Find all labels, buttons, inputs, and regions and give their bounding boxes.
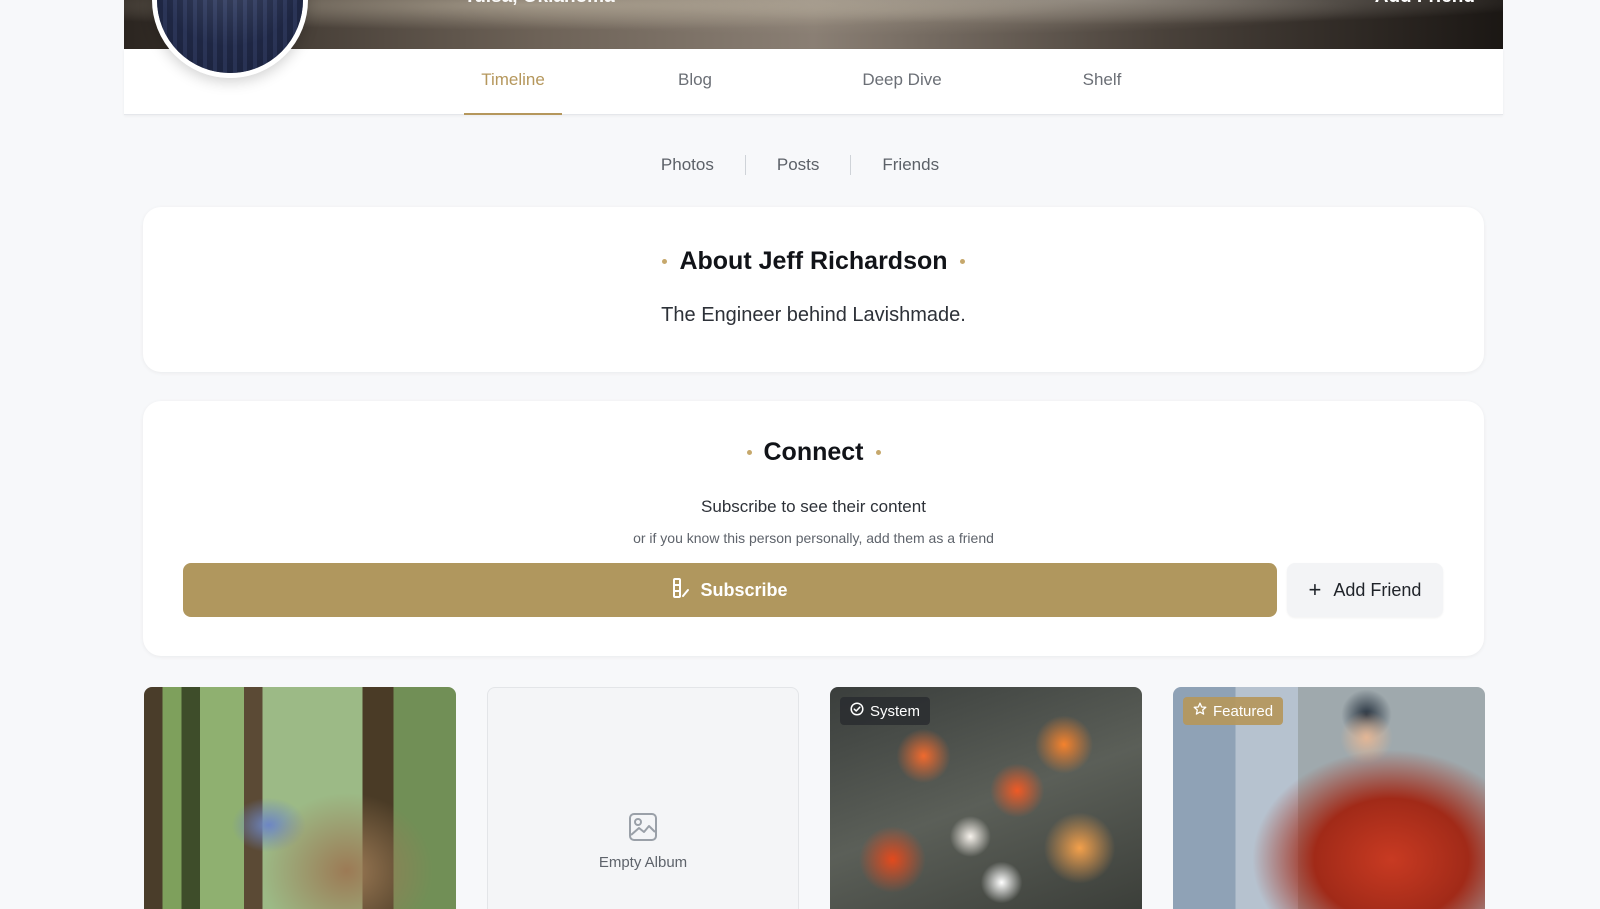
decorative-dot xyxy=(875,450,881,455)
avatar[interactable] xyxy=(152,0,308,78)
profile-cover-banner: Tulsa, Oklahoma Add Friend xyxy=(124,0,1503,49)
system-badge: System xyxy=(840,697,931,725)
subnav-posts-link[interactable]: Posts xyxy=(746,155,851,175)
about-title: About Jeff Richardson xyxy=(679,247,948,275)
about-card: About Jeff Richardson The Engineer behin… xyxy=(143,207,1484,372)
add-friend-button[interactable]: + Add Friend xyxy=(1287,563,1443,617)
image-placeholder-icon xyxy=(488,812,798,842)
connect-title: Connect xyxy=(763,438,864,466)
decorative-dot xyxy=(746,450,752,455)
featured-badge-label: Featured xyxy=(1213,702,1274,720)
connect-main-text: Subscribe to see their content xyxy=(701,497,926,516)
plus-icon: + xyxy=(1308,577,1322,602)
connect-heading: Connect xyxy=(143,438,1484,467)
album-tile-empty[interactable]: Empty Album xyxy=(487,687,799,909)
subscribe-label: Subscribe xyxy=(700,579,788,600)
album-tile[interactable]: Featured xyxy=(1173,687,1485,909)
subscribe-button[interactable]: Subscribe xyxy=(183,563,1277,617)
featured-badge: Featured xyxy=(1183,697,1284,725)
system-badge-label: System xyxy=(870,702,921,720)
star-icon xyxy=(1193,702,1207,720)
empty-album-placeholder: Empty Album xyxy=(488,812,798,871)
subnav-friends-link[interactable]: Friends xyxy=(851,155,970,175)
subscribe-icon xyxy=(672,577,690,603)
tab-timeline[interactable]: Timeline xyxy=(464,49,562,115)
tab-blog[interactable]: Blog xyxy=(670,49,720,115)
album-tile[interactable] xyxy=(144,687,456,909)
album-tile[interactable]: System xyxy=(830,687,1142,909)
add-friend-label: Add Friend xyxy=(1333,579,1422,600)
tab-deep-dive[interactable]: Deep Dive xyxy=(857,49,947,115)
about-description: The Engineer behind Lavishmade. xyxy=(661,304,966,326)
header-add-friend-button[interactable]: Add Friend xyxy=(1375,0,1475,8)
connect-card: Connect Subscribe to see their content o… xyxy=(143,401,1484,656)
sub-navigation: Photos Posts Friends xyxy=(0,152,1600,178)
connect-sub-text: or if you know this person personally, a… xyxy=(633,530,994,546)
tab-shelf[interactable]: Shelf xyxy=(1074,49,1130,115)
profile-location: Tulsa, Oklahoma xyxy=(464,0,615,8)
profile-tab-bar: Timeline Blog Deep Dive Shelf xyxy=(124,49,1503,115)
empty-album-label: Empty Album xyxy=(598,854,688,871)
decorative-dot xyxy=(662,259,668,264)
about-heading: About Jeff Richardson xyxy=(143,247,1484,276)
decorative-dot xyxy=(959,259,965,264)
subnav-photos-link[interactable]: Photos xyxy=(630,155,745,175)
check-circle-icon xyxy=(850,702,864,720)
